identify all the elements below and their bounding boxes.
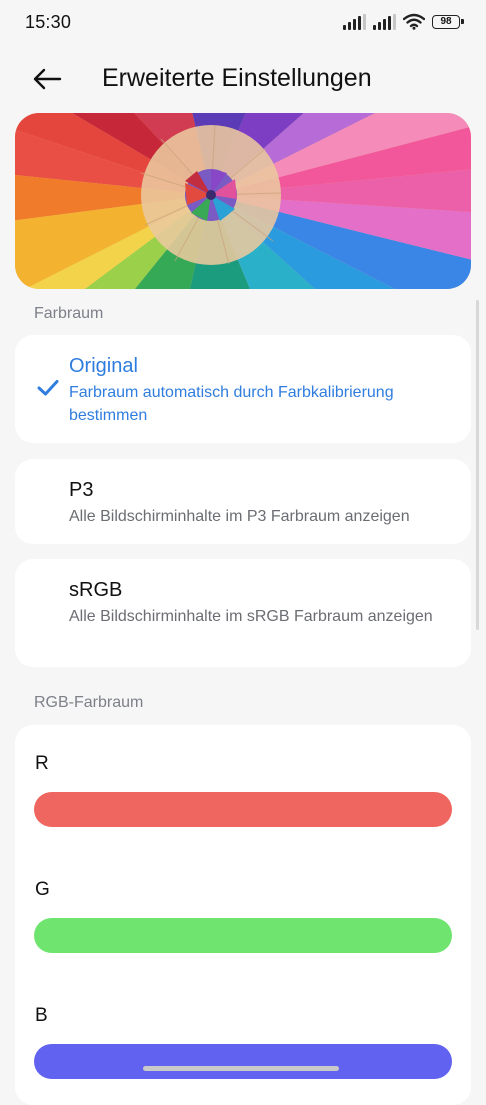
- status-time: 15:30: [25, 12, 72, 32]
- battery-icon: 98: [432, 14, 464, 29]
- option-title: Original: [69, 355, 138, 377]
- option-title: P3: [69, 479, 94, 501]
- rgb-card: R G B: [15, 725, 471, 1105]
- option-subtitle: Farbraum automatisch durch Farbkalibrier…: [69, 384, 394, 424]
- section-label-rgb: RGB-Farbraum: [34, 694, 144, 711]
- channel-label-b: B: [35, 1005, 48, 1026]
- status-bar: 15:30 98: [0, 0, 486, 46]
- option-srgb[interactable]: sRGB Alle Bildschirminhalte im sRGB Farb…: [15, 559, 471, 667]
- status-icons: 98: [343, 13, 464, 30]
- channel-label-r: R: [35, 753, 49, 774]
- pencils-illustration: [15, 113, 471, 289]
- battery-level: 98: [440, 16, 452, 27]
- option-subtitle: Alle Bildschirminhalte im sRGB Farbraum …: [69, 608, 433, 625]
- home-indicator[interactable]: [143, 1066, 339, 1071]
- header: Erweiterte Einstellungen: [0, 52, 486, 106]
- option-original[interactable]: Original Farbraum automatisch durch Farb…: [15, 335, 471, 443]
- colored-pencils-image: [15, 113, 471, 289]
- wifi-icon: [403, 13, 425, 30]
- option-title: sRGB: [69, 579, 123, 601]
- checkmark-icon: [37, 380, 59, 396]
- slider-b[interactable]: [34, 1044, 452, 1079]
- slider-g[interactable]: [34, 918, 452, 953]
- page-title: Erweiterte Einstellungen: [102, 64, 372, 92]
- slider-r[interactable]: [34, 792, 452, 827]
- arrow-left-icon: [33, 68, 62, 90]
- option-subtitle: Alle Bildschirminhalte im P3 Farbraum an…: [69, 508, 410, 525]
- back-button[interactable]: [30, 62, 64, 96]
- section-label-farbraum: Farbraum: [34, 305, 104, 322]
- scrollbar[interactable]: [476, 300, 479, 630]
- signal-icon: [343, 13, 366, 30]
- channel-label-g: G: [35, 879, 50, 900]
- signal-icon: [373, 13, 396, 30]
- option-p3[interactable]: P3 Alle Bildschirminhalte im P3 Farbraum…: [15, 459, 471, 544]
